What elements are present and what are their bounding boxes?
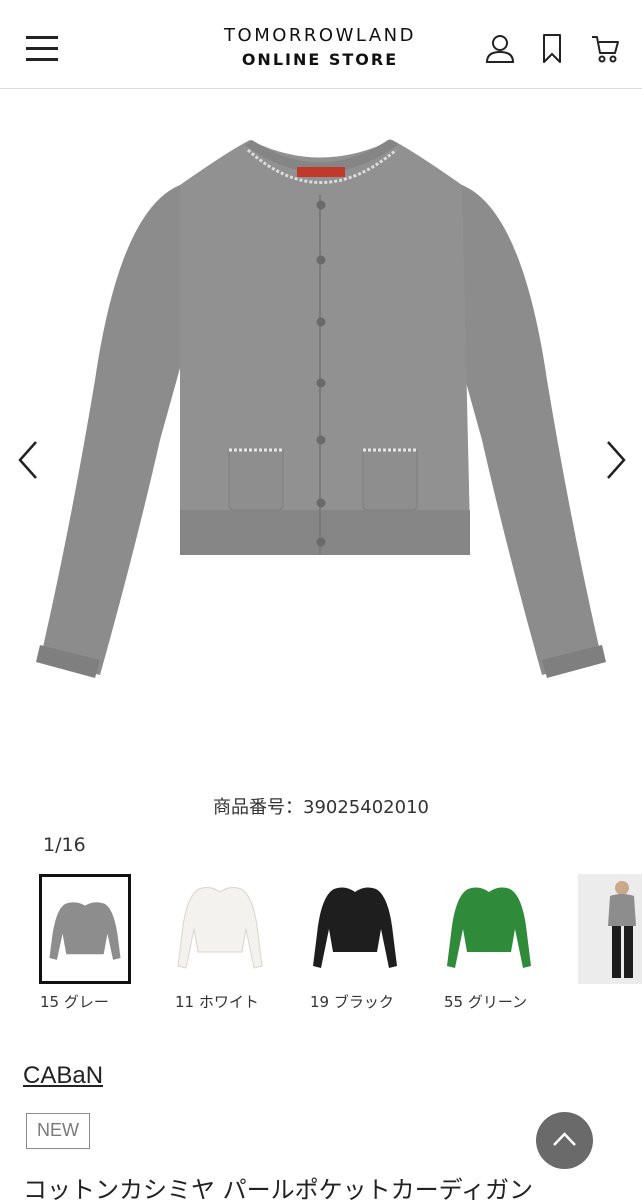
product-main-image[interactable] xyxy=(0,100,642,780)
logo-line-1: TOMORROWLAND xyxy=(224,25,416,46)
brand-link[interactable]: CABaN xyxy=(23,1062,103,1090)
header: TOMORROWLAND ONLINE STORE xyxy=(0,0,642,89)
store-logo[interactable]: TOMORROWLAND ONLINE STORE xyxy=(170,25,470,69)
account-icon[interactable] xyxy=(484,33,516,65)
product-code: 商品番号：39025402010 xyxy=(213,797,429,818)
menu-icon[interactable] xyxy=(26,34,58,62)
color-label-white: 11 ホワイト xyxy=(175,993,259,1011)
scroll-to-top-button[interactable] xyxy=(536,1112,593,1169)
image-counter: 1/16 xyxy=(43,834,86,856)
color-label-black: 19 ブラック xyxy=(310,993,394,1011)
prev-image-arrow-icon[interactable] xyxy=(14,440,44,480)
product-title: コットンカシミヤ パールポケットカーディガン xyxy=(23,1176,533,1200)
color-thumb-black[interactable] xyxy=(309,874,401,984)
model-photo-thumb[interactable] xyxy=(578,874,642,984)
new-badge: NEW xyxy=(26,1113,90,1149)
color-thumb-white[interactable] xyxy=(174,874,266,984)
color-label-grey: 15 グレー xyxy=(40,993,109,1011)
cart-icon[interactable] xyxy=(590,33,620,65)
logo-line-2: ONLINE STORE xyxy=(241,50,399,69)
chevron-up-icon xyxy=(553,1132,576,1146)
color-label-green: 55 グリーン xyxy=(444,993,528,1011)
bookmark-icon[interactable] xyxy=(541,33,563,65)
next-image-arrow-icon[interactable] xyxy=(600,440,630,480)
color-thumb-green[interactable] xyxy=(443,874,535,984)
color-thumb-grey[interactable] xyxy=(39,874,131,984)
